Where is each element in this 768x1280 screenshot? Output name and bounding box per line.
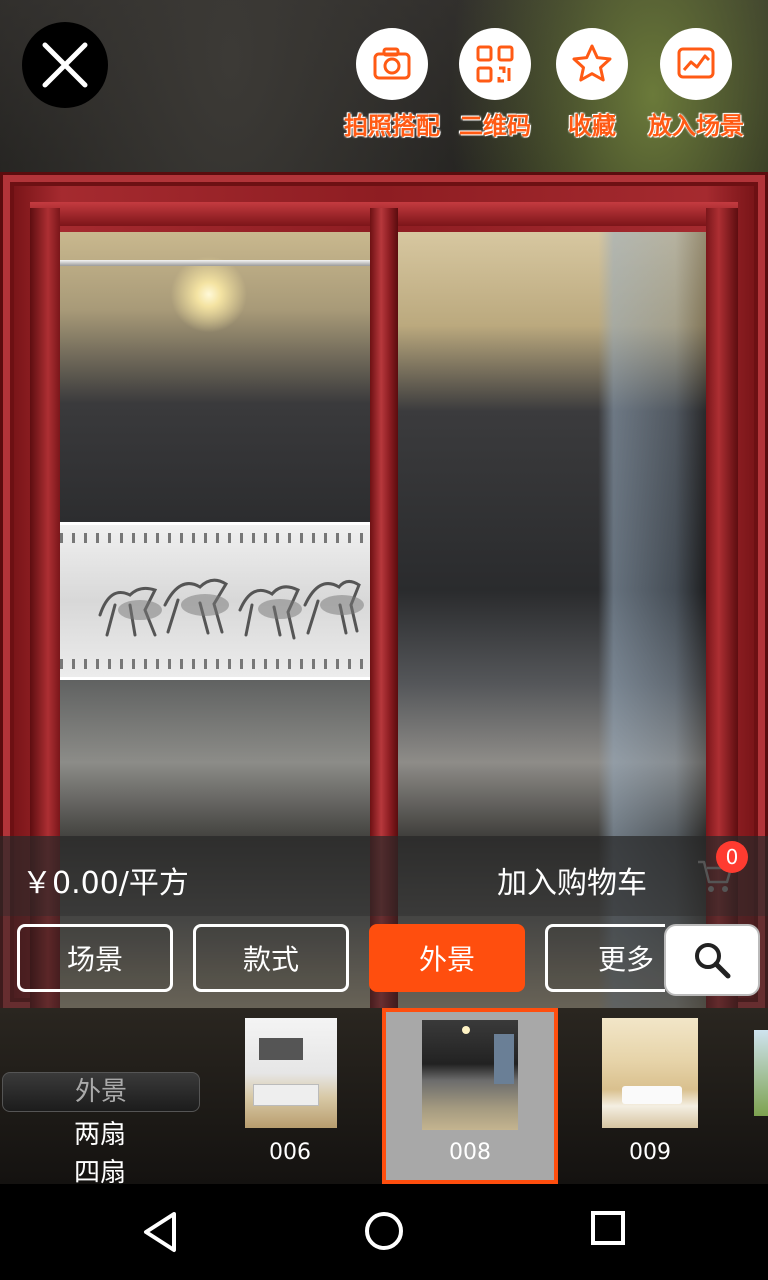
thumbnail-image xyxy=(422,1020,518,1130)
close-button[interactable] xyxy=(22,22,108,108)
thumbnail-caption: 009 xyxy=(629,1140,671,1165)
qrcode-icon xyxy=(476,45,514,83)
thumbnail-image xyxy=(602,1018,698,1128)
search-icon xyxy=(695,943,731,979)
add-to-cart-button[interactable]: 加入购物车 xyxy=(497,858,647,902)
unit-price: ￥0.00/平方 xyxy=(22,866,189,901)
back-icon[interactable] xyxy=(140,1210,180,1254)
menu-item-exterior[interactable]: 外景 xyxy=(2,1072,200,1112)
thumbnail-partial[interactable] xyxy=(754,1030,768,1116)
favorite-label: 收藏 xyxy=(568,112,616,140)
tab-more[interactable]: 更多 xyxy=(545,924,665,992)
favorite-button[interactable]: 收藏 xyxy=(542,28,642,141)
cart-count-badge: 0 xyxy=(716,841,748,873)
search-button[interactable] xyxy=(664,924,760,996)
home-icon[interactable] xyxy=(363,1210,405,1252)
photo-match-button[interactable]: 拍照搭配 xyxy=(342,28,442,141)
menu-item-two-panel[interactable]: 两扇 xyxy=(0,1116,200,1154)
close-icon xyxy=(42,42,88,88)
qrcode-label: 二维码 xyxy=(459,112,531,140)
price-bar: ￥0.00/平方 加入购物车 xyxy=(0,836,768,916)
photo-match-label: 拍照搭配 xyxy=(344,112,440,140)
thumbnail-item[interactable]: 009 xyxy=(562,1008,738,1184)
tab-style[interactable]: 款式 xyxy=(193,924,349,992)
tab-exterior[interactable]: 外景 xyxy=(369,924,525,992)
thumbnail-item[interactable]: 006 xyxy=(202,1008,378,1184)
qrcode-button[interactable]: 二维码 xyxy=(445,28,545,141)
horses-illustration xyxy=(98,578,364,640)
star-icon xyxy=(572,44,612,82)
thumbnail-caption: 006 xyxy=(269,1140,311,1165)
system-nav-bar xyxy=(0,1184,768,1280)
tab-scene[interactable]: 场景 xyxy=(17,924,173,992)
recents-icon[interactable] xyxy=(590,1210,626,1246)
thumbnail-image xyxy=(245,1018,337,1128)
put-in-scene-button[interactable]: 放入场景 xyxy=(646,28,746,141)
thumbnail-caption: 008 xyxy=(449,1140,491,1165)
horse-frieze-decoration xyxy=(60,522,370,680)
door-type-menu: 外景 两扇 四扇 xyxy=(0,1072,200,1192)
camera-icon xyxy=(373,47,411,80)
thumbnail-item-selected[interactable]: 008 xyxy=(382,1008,558,1184)
image-icon xyxy=(677,47,715,79)
put-in-scene-label: 放入场景 xyxy=(648,112,744,140)
